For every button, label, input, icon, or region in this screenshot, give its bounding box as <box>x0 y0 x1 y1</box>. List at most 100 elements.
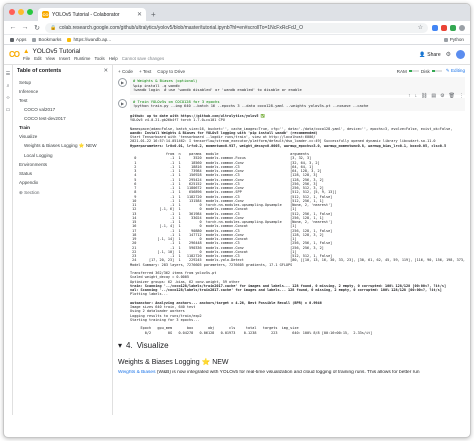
url-text: colab.research.google.com/github/ultraly… <box>59 24 303 31</box>
add-text-button[interactable]: + Text <box>139 69 151 74</box>
link-icon[interactable]: ⛓ <box>421 93 427 99</box>
bookmark-label: Bookmarks <box>38 37 62 42</box>
table-of-contents-panel: Table of contents ✕ Setup Inference Test… <box>13 65 113 415</box>
browser-window: CO YOLOv5 Tutorial - Colaborator ✕ + ← →… <box>3 3 471 438</box>
share-label: Share <box>427 51 441 58</box>
maximize-window-button[interactable] <box>27 9 33 15</box>
menu-runtime[interactable]: Runtime <box>74 56 90 61</box>
profile-icon[interactable] <box>459 24 465 31</box>
cell-actions: ↑ ↓ ⛓ ▤ ⚙ 🗑 ⋮ <box>408 93 464 99</box>
toc-item-wandb[interactable]: Weights & Biases Logging ⭐ NEW <box>17 141 108 151</box>
bookmark-star-icon[interactable]: ☆ <box>418 24 423 31</box>
notebook-content: + Code + Text Copy to Drive RAM Disk ✎ E… <box>113 65 470 415</box>
resources-indicator[interactable]: RAM Disk <box>397 68 442 74</box>
notebook-title[interactable]: YOLOv5 Tutorial <box>32 48 80 55</box>
bookmark-item[interactable]: https://wandb.ap... <box>67 37 111 42</box>
toc-item-inference[interactable]: Inference <box>17 87 108 96</box>
toc-item-local-logging[interactable]: Local Logging <box>17 151 108 160</box>
wandb-link[interactable]: Weights & Biases <box>118 370 156 375</box>
toc-item-status[interactable]: Status <box>17 169 108 178</box>
bookmarks-bar: Apps Bookmarks https://wandb.ap... Pytho… <box>4 35 470 45</box>
menu-help[interactable]: Help <box>109 56 118 61</box>
toc-item-coco-val[interactable]: COCO val2017 <box>17 105 108 114</box>
toc-icon[interactable]: ☰ <box>6 71 10 77</box>
save-status[interactable]: Cannot save changes <box>122 56 164 61</box>
wandb-icon <box>67 37 72 42</box>
extension-icon[interactable] <box>432 24 438 31</box>
toc-title: Table of contents <box>17 68 62 74</box>
run-cell-icon[interactable]: ▶ <box>118 78 127 87</box>
subsection-title: Weights & Biases Logging <box>118 358 200 366</box>
code-snippets-icon[interactable]: ‹› <box>6 95 9 101</box>
bookmark-label: Python <box>449 37 464 42</box>
colab-favicon-icon: CO <box>42 11 49 18</box>
add-section-label: Section <box>24 190 40 195</box>
toolbar-right: RAM Disk ✎ Editing <box>397 68 465 74</box>
close-window-button[interactable] <box>9 9 15 15</box>
new-tab-button[interactable]: + <box>151 10 156 21</box>
bookmark-item[interactable]: Python <box>443 37 464 42</box>
tab-title: YOLOv5 Tutorial - Colaborator <box>52 11 120 18</box>
toc-item-test[interactable]: Test <box>17 96 108 105</box>
notebook-info: ▲ YOLOv5 Tutorial File Edit View Insert … <box>23 48 164 61</box>
drive-icon: ▲ <box>23 48 30 55</box>
extension-icon[interactable] <box>450 24 456 31</box>
bookmark-item[interactable]: Bookmarks <box>32 37 61 42</box>
search-icon[interactable]: ⌕ <box>7 83 10 89</box>
disk-label: Disk <box>420 68 430 74</box>
bookmark-item[interactable]: Apps <box>10 37 26 42</box>
folder-icon <box>32 37 37 42</box>
menu-tools[interactable]: Tools <box>94 56 104 61</box>
toc-item-setup[interactable]: Setup <box>17 78 108 87</box>
window-controls <box>9 9 33 15</box>
menu-insert[interactable]: Insert <box>59 56 70 61</box>
move-up-icon[interactable]: ↑ <box>408 93 411 99</box>
toc-header: Table of contents ✕ <box>17 68 108 74</box>
add-code-button[interactable]: + Code <box>118 69 133 74</box>
close-tab-icon[interactable]: ✕ <box>137 11 142 18</box>
url-field[interactable]: 🔒 colab.research.google.com/github/ultra… <box>45 22 428 33</box>
code-cell-train[interactable]: ▶ # Train YOLOv5s on COCO128 for 3 epoch… <box>118 97 465 111</box>
run-cell-icon[interactable]: ▶ <box>118 98 127 108</box>
extension-icon[interactable] <box>441 24 447 31</box>
share-button[interactable]: 👤 Share <box>419 52 441 58</box>
delete-icon[interactable]: 🗑 <box>449 93 455 99</box>
new-badge: ⭐ NEW <box>201 358 229 366</box>
toc-item-visualize[interactable]: Visualize <box>17 132 108 141</box>
settings-gear-icon[interactable]: ⚙ <box>446 51 451 58</box>
back-icon[interactable]: ← <box>9 24 17 31</box>
output-line: 0/2 0G 0.04278 0.06128 0.01973 0.1238 22… <box>130 330 373 335</box>
collapse-section-icon[interactable]: ▾ <box>118 341 122 350</box>
toc-item-coco-testdev[interactable]: COCO test-dev2017 <box>17 114 108 123</box>
avatar[interactable] <box>456 50 465 59</box>
reload-icon[interactable]: ↻ <box>33 24 41 32</box>
menu-view[interactable]: View <box>46 56 55 61</box>
notebook-title-row: ▲ YOLOv5 Tutorial <box>23 48 164 55</box>
settings-icon[interactable]: ⚙ <box>440 93 444 99</box>
editing-mode-button[interactable]: ✎ Editing <box>446 68 465 74</box>
browser-tab[interactable]: CO YOLOv5 Tutorial - Colaborator ✕ <box>38 8 146 21</box>
minimize-window-button[interactable] <box>18 9 24 15</box>
colab-logo[interactable]: CO <box>9 50 20 59</box>
copy-to-drive-button[interactable]: Copy to Drive <box>157 69 185 74</box>
address-bar: ← → ↻ 🔒 colab.research.google.com/github… <box>4 21 470 35</box>
section-title: Visualize <box>136 340 169 350</box>
more-icon[interactable]: ⋮ <box>459 93 464 99</box>
folder-icon <box>443 37 448 42</box>
code-editor[interactable]: # Train YOLOv5s on COCO128 for 3 epochs!… <box>130 97 465 111</box>
toc-item-environments[interactable]: Environments <box>17 160 108 169</box>
forward-icon[interactable]: → <box>21 24 29 31</box>
comment-icon[interactable]: ▤ <box>431 93 436 99</box>
code-line: !python train.py --img 640 --batch 16 --… <box>133 104 369 109</box>
section-heading-visualize[interactable]: ▾ 4. Visualize <box>118 341 465 350</box>
files-icon[interactable]: ▭ <box>6 107 11 113</box>
close-panel-icon[interactable]: ✕ <box>103 68 108 74</box>
notebook-toolbar: + Code + Text Copy to Drive RAM Disk ✎ E… <box>118 68 465 74</box>
menu-file[interactable]: File <box>23 56 30 61</box>
add-section-button[interactable]: ⊕ Section <box>17 190 108 196</box>
toc-item-appendix[interactable]: Appendix <box>17 178 108 187</box>
menu-edit[interactable]: Edit <box>34 56 42 61</box>
output-line: val: Scanning '../coco128/labels/train20… <box>130 288 442 293</box>
move-down-icon[interactable]: ↓ <box>415 93 418 99</box>
toc-item-train[interactable]: Train <box>17 123 108 132</box>
